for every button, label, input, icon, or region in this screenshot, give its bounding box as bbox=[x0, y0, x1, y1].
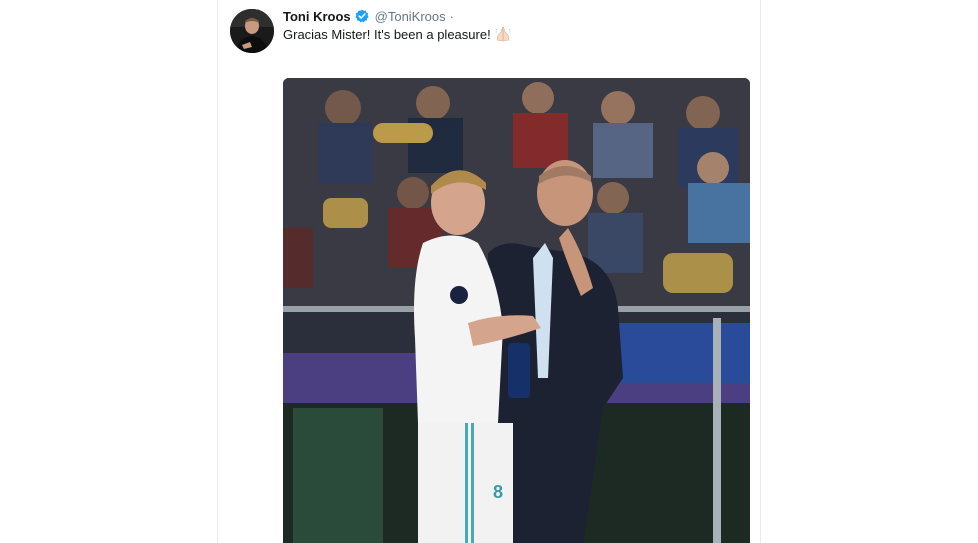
folded-hands-emoji-icon bbox=[494, 26, 512, 42]
tweet-text-content: Gracias Mister! It's been a pleasure! bbox=[283, 26, 491, 42]
tweet-header: Toni Kroos @ToniKroos · bbox=[283, 7, 454, 25]
verified-badge-icon bbox=[355, 9, 369, 23]
user-handle[interactable]: @ToniKroos bbox=[375, 9, 446, 24]
tweet-photo[interactable]: 8 bbox=[283, 78, 750, 543]
tweet-text: Gracias Mister! It's been a pleasure! bbox=[283, 26, 512, 42]
profile-avatar[interactable] bbox=[230, 9, 274, 53]
display-name[interactable]: Toni Kroos bbox=[283, 9, 351, 24]
photo-illustration: 8 bbox=[283, 78, 750, 543]
header-separator: · bbox=[449, 8, 454, 24]
svg-text:8: 8 bbox=[493, 482, 503, 502]
